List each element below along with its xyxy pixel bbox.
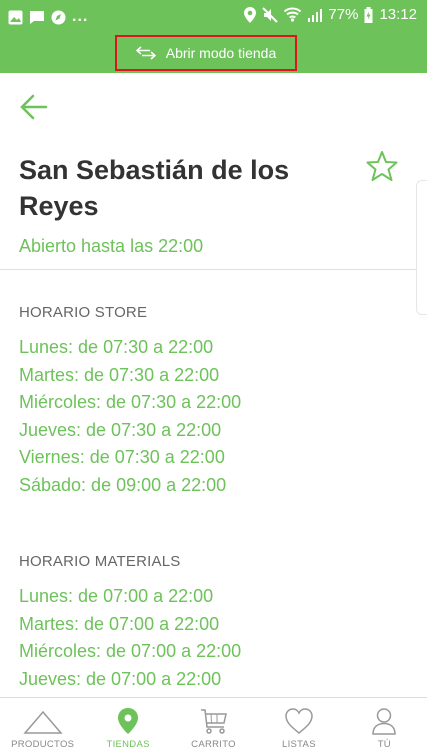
mute-icon [262,6,279,23]
swap-arrows-icon [135,46,156,60]
materials-schedule-title: HORARIO MATERIALS [19,553,181,570]
nav-listas[interactable]: LISTAS [256,698,341,755]
open-status: Abierto hasta las 22:00 [19,236,204,256]
user-icon [372,708,397,735]
status-bar: ... 77% 13:12 [0,0,427,33]
message-notification-icon [30,10,44,24]
nav-label: CARRITO [191,739,236,750]
store-schedule-title: HORARIO STORE [19,304,148,321]
side-scroll-handle[interactable] [416,180,427,315]
clock: 13:12 [379,6,417,23]
signal-icon [308,8,323,22]
heart-icon [285,708,313,734]
schedule-row: Martes: de 07:30 a 22:00 [19,364,220,385]
battery-percent: 77% [328,6,359,23]
location-icon [244,6,257,23]
bottom-nav: PRODUCTOS TIENDAS CARRITO LISTAS TÚ [0,697,427,755]
schedule-row: Sábado: de 09:00 a 22:00 [19,474,227,495]
battery-icon [364,6,373,23]
materials-schedule-list: Lunes: de 07:00 a 22:00 Martes: de 07:00… [19,583,241,693]
store-mode-button[interactable]: Abrir modo tienda [115,35,297,71]
schedule-row: Miércoles: de 07:00 a 22:00 [19,641,242,661]
schedule-row: Jueves: de 07:30 a 22:00 [19,419,222,440]
schedule-row: Martes: de 07:00 a 22:00 [19,613,220,634]
nav-productos[interactable]: PRODUCTOS [0,698,85,755]
header-divider [0,269,416,270]
nav-label: LISTAS [282,739,316,750]
store-name: San Sebastián de los Reyes [19,155,290,221]
nav-carrito[interactable]: CARRITO [171,698,256,755]
store-mode-label: Abrir modo tienda [165,45,277,61]
more-notifications: ... [72,8,89,25]
cart-icon [200,709,227,734]
nav-tiendas[interactable]: TIENDAS [85,698,170,755]
favorite-star-icon[interactable] [366,150,398,182]
schedule-row: Lunes: de 07:30 a 22:00 [19,337,214,357]
schedule-row: Jueves: de 07:00 a 22:00 [19,668,222,689]
triangle-icon [23,710,63,734]
map-pin-icon [118,708,139,734]
nav-label: TÚ [377,739,391,750]
schedule-row: Viernes: de 07:30 a 22:00 [19,447,225,467]
nav-tu[interactable]: TÚ [342,698,427,755]
back-arrow-icon[interactable] [20,94,48,120]
nav-label: TIENDAS [106,739,150,750]
nav-label: PRODUCTOS [11,739,75,750]
compass-notification-icon [51,10,66,24]
schedule-row: Lunes: de 07:00 a 22:00 [19,586,214,606]
wifi-icon [284,7,302,22]
schedule-row: Miércoles: de 07:30 a 22:00 [19,392,242,412]
store-schedule-list: Lunes: de 07:30 a 22:00 Martes: de 07:30… [19,334,241,499]
photo-notification-icon [8,10,23,24]
